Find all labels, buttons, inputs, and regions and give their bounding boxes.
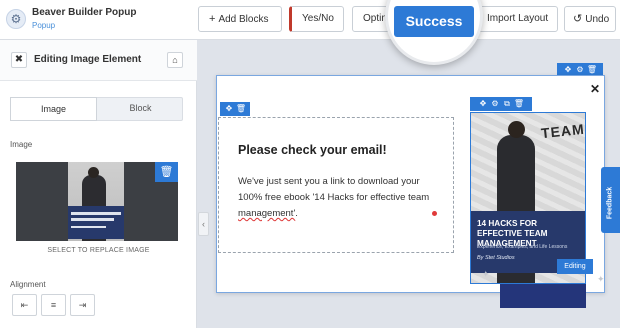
panel-title: Editing Image Element [34,54,142,65]
app-title: Beaver Builder Popup [32,7,137,18]
yes-no-button[interactable]: Yes/No [289,6,344,32]
align-center-icon[interactable]: ≡ [41,294,66,316]
undo-icon: ↺ [573,13,583,25]
feedback-label: Feedback [606,186,614,220]
top-toolbar: ⚙ Beaver Builder Popup Popup + Add Blocks… [0,0,620,40]
yes-no-label: Yes/No [302,13,334,24]
trash-icon[interactable]: 🗑 [155,162,178,182]
image-field-label: Image [10,140,33,149]
collapse-panel-handle[interactable]: ‹ [198,212,209,236]
move-icon[interactable]: ✥ [477,97,489,111]
tab-image[interactable]: Image [10,97,97,121]
thumbnail-book-band [68,206,124,239]
import-layout-label: Import Layout [487,13,549,24]
app-subtitle: Popup [32,21,56,30]
editing-badge: Editing [557,259,593,274]
feedback-tab[interactable]: Feedback [601,167,620,233]
import-layout-button[interactable]: Import Layout [476,6,558,32]
popup-heading: Please check your email! [238,143,387,157]
text-element-toolbar[interactable]: ✥ 🗑 [220,102,250,116]
gear-icon[interactable]: ⚙ [6,9,26,29]
settings-panel: ✖ Editing Image Element ⌂ Image Block Im… [0,40,197,328]
image-thumbnail [68,162,124,241]
misspelled-word: management' [238,208,296,219]
sparkle-icon: ✦ [597,274,605,284]
delete-icon[interactable]: 🗑 [513,97,525,111]
replace-image-label[interactable]: SELECT TO REPLACE IMAGE [0,247,197,254]
image-element-toolbar[interactable]: ✥ ⚙ ⧉ 🗑 [470,97,532,111]
panel-tabs: Image Block [10,97,183,121]
close-icon[interactable]: ✖ [11,52,27,68]
optin-label: Optin [363,13,387,24]
alignment-label: Alignment [10,280,46,289]
undo-button[interactable]: ↺ Undo [564,6,616,32]
align-left-icon[interactable]: ⇤ [12,294,37,316]
home-icon[interactable]: ⌂ [167,52,183,68]
ebook-subtitle: Experience, Examples, and Life Lessons [477,244,568,250]
cursor-dot [432,211,437,216]
delete-icon[interactable]: 🗑 [235,102,247,116]
sparkle-icon: ✦ [482,269,490,279]
align-right-icon[interactable]: ⇥ [70,294,95,316]
move-icon[interactable]: ✥ [223,102,235,116]
success-button[interactable]: Success [394,6,474,37]
close-icon[interactable]: ✕ [590,82,600,96]
text-element[interactable]: Please check your email! We've just sent… [218,117,454,253]
ebook-author: By Stet Studios [477,255,515,261]
tab-block[interactable]: Block [97,97,184,121]
popup-body: We've just sent you a link to download y… [238,176,430,219]
plus-icon: + [209,13,216,25]
add-blocks-label: Add Blocks [218,14,269,25]
settings-icon[interactable]: ⚙ [489,97,501,111]
undo-label: Undo [585,14,610,25]
popup-preview: ✥ 🗑 Please check your email! We've just s… [216,75,605,308]
panel-header: ✖ Editing Image Element ⌂ [0,40,197,81]
image-picker[interactable]: 🗑 [16,162,178,241]
add-blocks-button[interactable]: + Add Blocks [198,6,282,32]
duplicate-icon[interactable]: ⧉ [501,97,513,111]
